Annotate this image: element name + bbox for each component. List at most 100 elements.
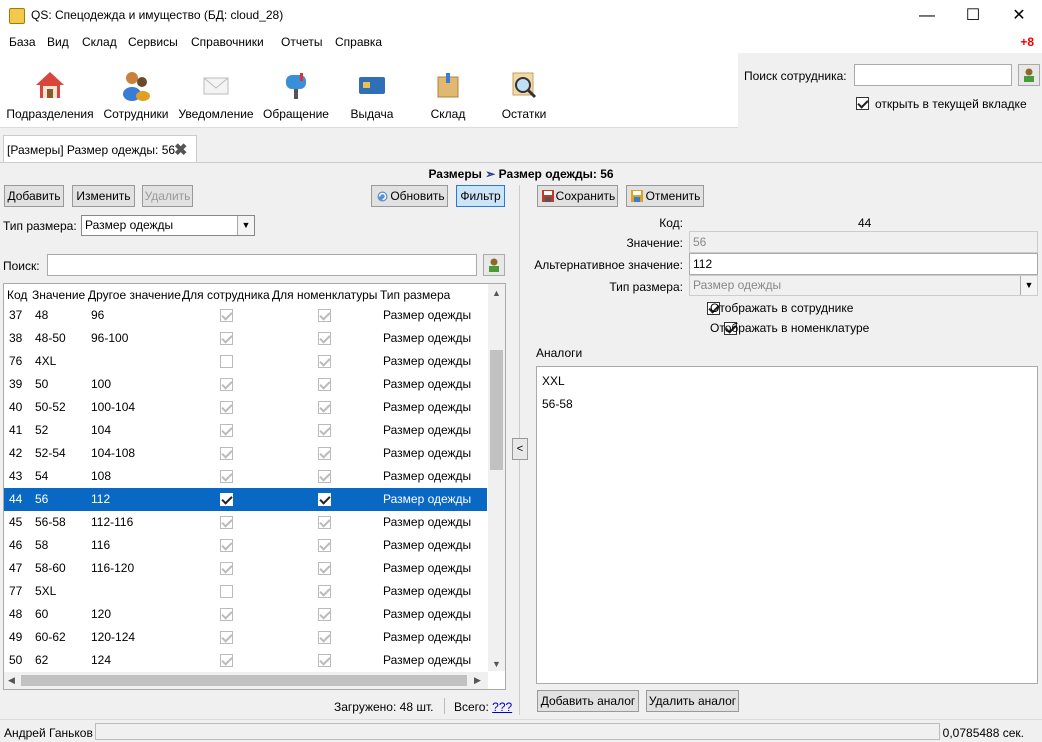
table-row[interactable]: 42 52-54 104-108 Размер одежды — [4, 442, 487, 465]
table-row[interactable]: 43 54 108 Размер одежды — [4, 465, 487, 488]
table-row[interactable]: 77 5XL Размер одежды — [4, 580, 487, 603]
refresh-button[interactable]: Обновить — [371, 185, 448, 207]
maximize-button[interactable]: ☐ — [950, 0, 996, 31]
scroll-up-icon[interactable]: ▲ — [492, 288, 501, 298]
type-select[interactable]: Размер одежды ▼ — [689, 275, 1038, 296]
issue-button[interactable]: Выдача — [336, 53, 408, 128]
scroll-thumb[interactable] — [21, 675, 467, 686]
cell-size-type: Размер одежды — [383, 607, 472, 621]
table-row[interactable]: 47 58-60 116-120 Размер одежды — [4, 557, 487, 580]
menu-reports[interactable]: Отчеты — [281, 35, 322, 49]
table-row[interactable]: 50 62 124 Размер одежды — [4, 649, 487, 672]
cell-for-nomenclature-checkbox — [318, 631, 331, 644]
remains-button[interactable]: Остатки — [488, 53, 560, 128]
breadcrumb-parent[interactable]: Размеры — [428, 167, 481, 181]
table-row[interactable]: 37 48 96 Размер одежды — [4, 304, 487, 327]
table-row[interactable]: 45 56-58 112-116 Размер одежды — [4, 511, 487, 534]
breadcrumb-current: Размер одежды: 56 — [498, 167, 614, 181]
cell-for-nomenclature-checkbox — [318, 470, 331, 483]
tab-sizes[interactable]: [Размеры] Размер одежды: 56 ✖ — [3, 135, 197, 163]
scroll-thumb[interactable] — [490, 350, 503, 470]
vertical-scrollbar[interactable]: ▲ ▼ — [488, 284, 505, 671]
column-header-size-type[interactable]: Тип размера — [380, 288, 450, 302]
table-row[interactable]: 38 48-50 96-100 Размер одежды — [4, 327, 487, 350]
list-item[interactable]: XXL — [542, 374, 565, 388]
cell-other-value: 112 — [91, 492, 111, 506]
add-button[interactable]: Добавить — [4, 185, 64, 207]
scroll-left-icon[interactable]: ◀ — [8, 675, 15, 686]
cell-code: 37 — [9, 308, 23, 322]
cell-other-value: 100 — [91, 377, 112, 391]
employee-search-button[interactable] — [1018, 64, 1040, 86]
cell-value: 62 — [35, 653, 49, 667]
save-button[interactable]: Сохранить — [537, 185, 618, 207]
table-row[interactable]: 41 52 104 Размер одежды — [4, 419, 487, 442]
add-analog-button[interactable]: Добавить аналог — [537, 690, 639, 712]
cell-other-value: 104-108 — [91, 446, 136, 460]
edit-button[interactable]: Изменить — [72, 185, 135, 207]
type-value: Размер одежды — [693, 278, 782, 292]
analogs-label: Аналоги — [536, 346, 583, 360]
table-row[interactable]: 48 60 120 Размер одежды — [4, 603, 487, 626]
cell-for-nomenclature-checkbox — [318, 608, 331, 621]
close-tab-icon[interactable]: ✖ — [174, 140, 187, 160]
notification-counter[interactable]: +8 — [1020, 35, 1034, 49]
menu-database[interactable]: База — [9, 35, 36, 49]
search-input[interactable] — [47, 254, 477, 276]
menu-directories[interactable]: Справочники — [191, 35, 264, 49]
departments-button[interactable]: Подразделения — [4, 53, 96, 128]
open-in-tab-checkbox[interactable] — [856, 97, 869, 110]
request-button[interactable]: Обращение — [260, 53, 332, 128]
column-header-for-nomenclature[interactable]: Для номенклатуры — [272, 288, 377, 302]
cell-for-employee-checkbox — [220, 332, 233, 345]
cell-code: 48 — [9, 607, 23, 621]
cell-other-value: 124 — [91, 653, 112, 667]
collapse-panel-button[interactable]: < — [512, 438, 528, 460]
table-row[interactable]: 39 50 100 Размер одежды — [4, 373, 487, 396]
cell-for-nomenclature-checkbox — [318, 378, 331, 391]
cell-code: 76 — [9, 354, 23, 368]
employee-search-input[interactable] — [854, 64, 1012, 86]
table-row[interactable]: 49 60-62 120-124 Размер одежды — [4, 626, 487, 649]
menu-warehouse[interactable]: Склад — [82, 35, 117, 49]
cell-other-value: 108 — [91, 469, 112, 483]
delete-button[interactable]: Удалить — [142, 185, 193, 207]
delete-analog-button[interactable]: Удалить аналог — [646, 690, 739, 712]
breadcrumb-arrow-icon: ➣ — [485, 167, 496, 181]
alt-value-field[interactable]: 112 — [689, 253, 1038, 275]
close-button[interactable]: ✕ — [996, 0, 1042, 31]
table-row[interactable]: 76 4XL Размер одежды — [4, 350, 487, 373]
column-header-code[interactable]: Код — [7, 288, 27, 302]
column-header-other[interactable]: Другое значение — [88, 288, 181, 302]
menu-view[interactable]: Вид — [47, 35, 69, 49]
cell-code: 49 — [9, 630, 23, 644]
cancel-button[interactable]: Отменить — [626, 185, 704, 207]
menu-services[interactable]: Сервисы — [128, 35, 178, 49]
scroll-right-icon[interactable]: ▶ — [474, 675, 481, 686]
refresh-icon — [376, 189, 389, 209]
table-row[interactable]: 44 56 112 Размер одежды — [4, 488, 487, 511]
cell-for-nomenclature-checkbox — [318, 516, 331, 529]
breadcrumb: Размеры ➣ Размер одежды: 56 — [0, 167, 1042, 181]
search-button[interactable] — [483, 254, 505, 276]
list-item[interactable]: 56-58 — [542, 397, 573, 411]
cell-other-value: 120-124 — [91, 630, 136, 644]
filter-button[interactable]: Фильтр — [456, 185, 505, 207]
minimize-button[interactable]: — — [904, 0, 950, 31]
scroll-down-icon[interactable]: ▼ — [492, 659, 501, 669]
column-header-for-employee[interactable]: Для сотрудника — [182, 288, 270, 302]
table-row[interactable]: 40 50-52 100-104 Размер одежды — [4, 396, 487, 419]
total-link[interactable]: ??? — [492, 700, 512, 714]
notification-button[interactable]: Уведомление — [176, 53, 256, 128]
column-header-value[interactable]: Значение — [32, 288, 85, 302]
horizontal-scrollbar[interactable]: ◀ ▶ — [4, 672, 488, 689]
size-type-select[interactable]: Размер одежды ▼ — [81, 215, 255, 236]
type-label: Тип размера: — [609, 280, 683, 294]
cell-size-type: Размер одежды — [383, 331, 472, 345]
value-field[interactable]: 56 — [689, 231, 1038, 253]
warehouse-button[interactable]: Склад — [412, 53, 484, 128]
cell-value: 54 — [35, 469, 49, 483]
table-row[interactable]: 46 58 116 Размер одежды — [4, 534, 487, 557]
menu-help[interactable]: Справка — [335, 35, 382, 49]
employees-button[interactable]: Сотрудники — [100, 53, 172, 128]
